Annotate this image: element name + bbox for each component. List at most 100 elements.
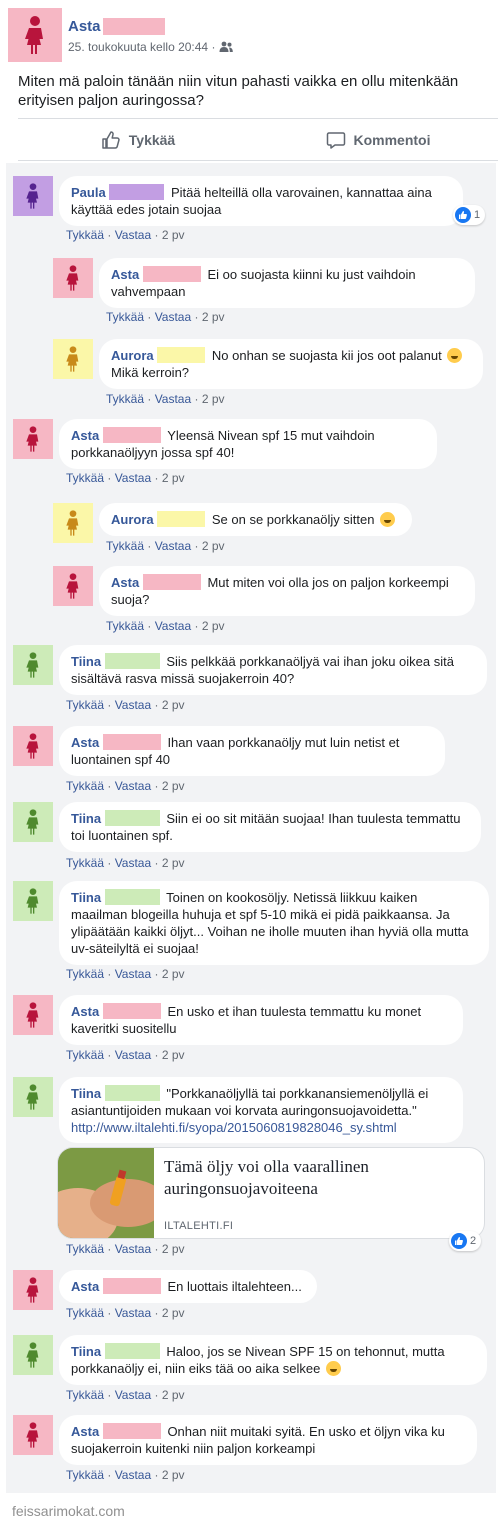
reply-link[interactable]: Vastaa bbox=[115, 779, 151, 793]
commenter-avatar[interactable] bbox=[13, 1077, 53, 1117]
like-button[interactable]: Tykkää bbox=[18, 120, 258, 160]
laughing-emoji-icon bbox=[380, 512, 396, 527]
reply-link[interactable]: Vastaa bbox=[155, 310, 191, 324]
comment-author[interactable]: Asta bbox=[71, 734, 99, 751]
commenter-avatar[interactable] bbox=[13, 726, 53, 766]
comment-age[interactable]: 2 pv bbox=[162, 1388, 185, 1402]
like-link[interactable]: Tykkää bbox=[66, 1468, 104, 1482]
female-person-icon bbox=[26, 888, 39, 914]
comment-age[interactable]: 2 pv bbox=[162, 856, 185, 870]
like-link[interactable]: Tykkää bbox=[106, 539, 144, 553]
like-link[interactable]: Tykkää bbox=[66, 1048, 104, 1062]
comment-author[interactable]: Tiina bbox=[71, 1085, 101, 1102]
commenter-avatar[interactable] bbox=[13, 419, 53, 459]
comment-age[interactable]: 2 pv bbox=[162, 1468, 185, 1482]
commenter-avatar[interactable] bbox=[13, 645, 53, 685]
link-preview-card[interactable]: Tämä öljy voi olla vaarallinen auringons… bbox=[57, 1147, 485, 1239]
comment-bubble: Asta En usko et ihan tuulesta temmattu k… bbox=[59, 995, 463, 1045]
article-link[interactable]: http://www.iltalehti.fi/syopa/2015060819… bbox=[71, 1120, 397, 1135]
comment-meta: Tykkää · Vastaa · 2 pv bbox=[106, 310, 225, 324]
reply-link[interactable]: Vastaa bbox=[155, 539, 191, 553]
comment-meta: Tykkää · Vastaa · 2 pv bbox=[66, 967, 185, 981]
reply-link[interactable]: Vastaa bbox=[115, 698, 151, 712]
reply-link[interactable]: Vastaa bbox=[115, 967, 151, 981]
comment-author[interactable]: Asta bbox=[111, 266, 139, 283]
comment-age[interactable]: 2 pv bbox=[162, 967, 185, 981]
female-person-icon bbox=[26, 183, 39, 209]
post-author-avatar[interactable] bbox=[8, 8, 62, 62]
commenter-avatar[interactable] bbox=[53, 339, 93, 379]
comment-bubble: Asta Ihan vaan porkkanaöljy mut luin net… bbox=[59, 726, 445, 776]
comment-author[interactable]: Tiina bbox=[71, 810, 101, 827]
comment-age[interactable]: 2 pv bbox=[162, 779, 185, 793]
reply-link[interactable]: Vastaa bbox=[115, 1388, 151, 1402]
reply-link[interactable]: Vastaa bbox=[115, 471, 151, 485]
female-person-icon bbox=[66, 346, 79, 372]
reply-link[interactable]: Vastaa bbox=[115, 228, 151, 242]
comment-age[interactable]: 2 pv bbox=[202, 310, 225, 324]
reaction-count[interactable]: 2 bbox=[449, 1231, 482, 1251]
post-author-name[interactable]: Asta bbox=[68, 18, 101, 35]
reply-link[interactable]: Vastaa bbox=[115, 1242, 151, 1256]
like-link[interactable]: Tykkää bbox=[66, 698, 104, 712]
reply-link[interactable]: Vastaa bbox=[155, 392, 191, 406]
female-person-icon bbox=[26, 733, 39, 759]
comment-author[interactable]: Aurora bbox=[111, 347, 154, 364]
name-redaction bbox=[142, 266, 201, 282]
comment-author[interactable]: Aurora bbox=[111, 511, 154, 528]
reply-link[interactable]: Vastaa bbox=[115, 1048, 151, 1062]
like-link[interactable]: Tykkää bbox=[66, 779, 104, 793]
commenter-avatar[interactable] bbox=[13, 995, 53, 1035]
comment-author[interactable]: Asta bbox=[111, 574, 139, 591]
commenter-avatar[interactable] bbox=[13, 802, 53, 842]
reply-link[interactable]: Vastaa bbox=[155, 619, 191, 633]
post-actions: Tykkää Kommentoi bbox=[18, 120, 498, 160]
comment-author[interactable]: Asta bbox=[71, 427, 99, 444]
like-link[interactable]: Tykkää bbox=[106, 392, 144, 406]
commenter-avatar[interactable] bbox=[13, 1335, 53, 1375]
like-link[interactable]: Tykkää bbox=[66, 1388, 104, 1402]
commenter-avatar[interactable] bbox=[53, 503, 93, 543]
like-link[interactable]: Tykkää bbox=[66, 967, 104, 981]
comment-age[interactable]: 2 pv bbox=[162, 228, 185, 242]
commenter-avatar[interactable] bbox=[53, 258, 93, 298]
like-link[interactable]: Tykkää bbox=[66, 1306, 104, 1320]
comment-author[interactable]: Tiina bbox=[71, 1343, 101, 1360]
comment-author[interactable]: Asta bbox=[71, 1003, 99, 1020]
female-person-icon bbox=[26, 1002, 39, 1028]
comment-author[interactable]: Asta bbox=[71, 1423, 99, 1440]
comment-age[interactable]: 2 pv bbox=[162, 1306, 185, 1320]
commenter-avatar[interactable] bbox=[13, 881, 53, 921]
comment-age[interactable]: 2 pv bbox=[162, 698, 185, 712]
commenter-avatar[interactable] bbox=[13, 176, 53, 216]
friends-icon bbox=[219, 41, 234, 52]
reply-link[interactable]: Vastaa bbox=[115, 856, 151, 870]
like-link[interactable]: Tykkää bbox=[66, 1242, 104, 1256]
comment-age[interactable]: 2 pv bbox=[202, 392, 225, 406]
reply-link[interactable]: Vastaa bbox=[115, 1468, 151, 1482]
comment-author[interactable]: Tiina bbox=[71, 653, 101, 670]
like-link[interactable]: Tykkää bbox=[66, 228, 104, 242]
reply-link[interactable]: Vastaa bbox=[115, 1306, 151, 1320]
comment-author[interactable]: Asta bbox=[71, 1278, 99, 1295]
like-link[interactable]: Tykkää bbox=[106, 619, 144, 633]
comment-author[interactable]: Tiina bbox=[71, 889, 101, 906]
comment-meta: Tykkää · Vastaa · 2 pv bbox=[66, 1468, 185, 1482]
commenter-avatar[interactable] bbox=[13, 1415, 53, 1455]
comment-age[interactable]: 2 pv bbox=[202, 539, 225, 553]
comment-age[interactable]: 2 pv bbox=[162, 471, 185, 485]
name-redaction bbox=[157, 511, 206, 527]
like-link[interactable]: Tykkää bbox=[106, 310, 144, 324]
comment-age[interactable]: 2 pv bbox=[162, 1048, 185, 1062]
like-link[interactable]: Tykkää bbox=[66, 856, 104, 870]
comment-meta: Tykkää · Vastaa · 2 pv bbox=[66, 1048, 185, 1062]
comment-age[interactable]: 2 pv bbox=[162, 1242, 185, 1256]
comment-age[interactable]: 2 pv bbox=[202, 619, 225, 633]
reaction-count[interactable]: 1 bbox=[453, 205, 486, 225]
like-link[interactable]: Tykkää bbox=[66, 471, 104, 485]
comment-button[interactable]: Kommentoi bbox=[258, 120, 498, 160]
post-timestamp[interactable]: 25. toukokuuta kello 20:44 · bbox=[68, 40, 215, 54]
commenter-avatar[interactable] bbox=[53, 566, 93, 606]
commenter-avatar[interactable] bbox=[13, 1270, 53, 1310]
comment-author[interactable]: Paula bbox=[71, 184, 106, 201]
